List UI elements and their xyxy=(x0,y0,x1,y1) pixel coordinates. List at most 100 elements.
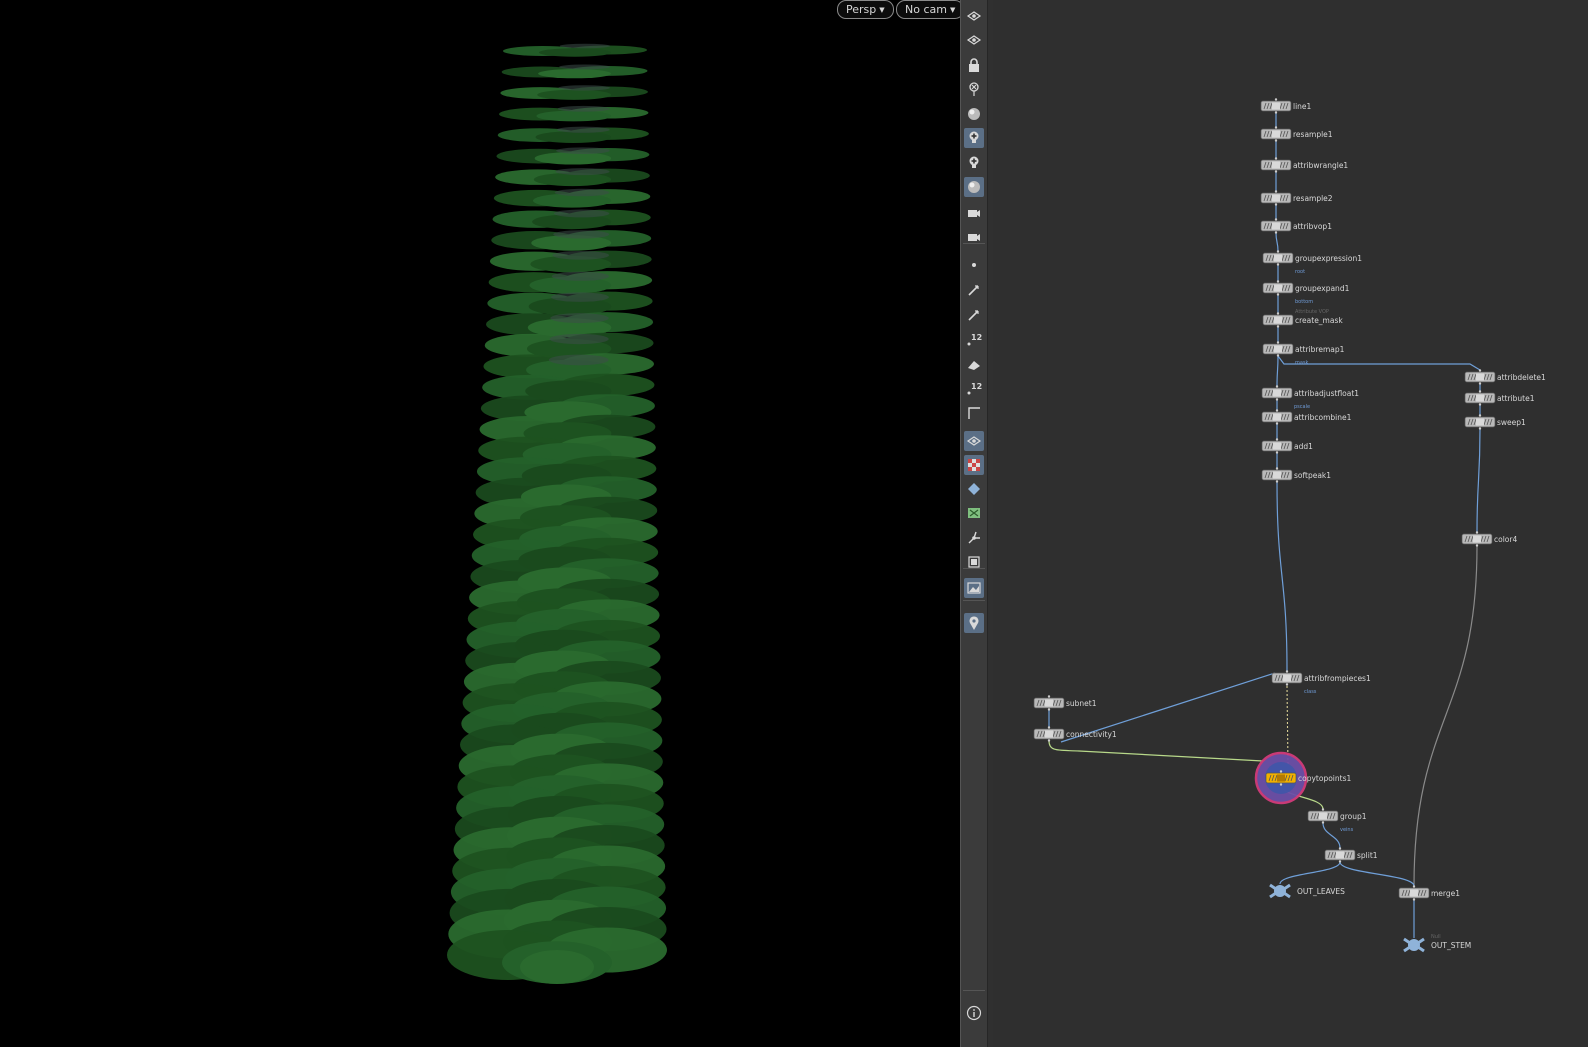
wireframe-icon[interactable] xyxy=(964,431,984,451)
camera-menu[interactable]: No cam ▼ xyxy=(896,0,960,19)
node-label: add1 xyxy=(1294,442,1313,451)
uv-icon[interactable] xyxy=(964,503,984,523)
chevron-down-icon: ▼ xyxy=(879,5,885,14)
node-sweep1[interactable]: sweep1 xyxy=(1464,414,1526,430)
node-icon xyxy=(1045,699,1053,707)
node-create_mask[interactable]: create_maskAttribute VOP xyxy=(1262,309,1343,328)
projection-menu-label: Persp xyxy=(846,3,877,16)
node-icon xyxy=(1272,130,1280,138)
checker-icon[interactable] xyxy=(964,455,984,475)
node-line1[interactable]: line1 xyxy=(1260,98,1312,114)
normals-icon[interactable] xyxy=(964,280,984,300)
display-options-icon[interactable] xyxy=(964,6,984,26)
sphere-shading-icon[interactable] xyxy=(964,104,984,124)
toolbar-separator xyxy=(963,568,985,569)
leaf-shadow xyxy=(559,64,611,70)
location-icon[interactable] xyxy=(964,613,984,633)
node-merge1[interactable]: merge1 xyxy=(1398,885,1460,901)
node-icon xyxy=(1045,730,1053,738)
wire[interactable] xyxy=(1276,355,1279,387)
diamond-icon[interactable] xyxy=(964,479,984,499)
leaf-shadow xyxy=(559,43,611,49)
projection-menu[interactable]: Persp ▼ xyxy=(837,0,894,19)
node-subnet1[interactable]: subnet1 xyxy=(1033,695,1097,711)
wire[interactable] xyxy=(1048,740,1264,762)
leaf-shadow xyxy=(557,105,610,112)
node-label: resample1 xyxy=(1293,130,1333,139)
node-icon xyxy=(1274,345,1282,353)
node-layer: line1 resample1 attribwrangle1 resample2 att… xyxy=(1033,98,1546,953)
environment-icon[interactable] xyxy=(964,177,984,197)
leaf xyxy=(533,172,612,187)
snapping-icon[interactable] xyxy=(964,528,984,548)
grid-corner-icon[interactable] xyxy=(964,403,984,423)
leaf-shadow xyxy=(556,126,610,133)
primitive-display-icon[interactable] xyxy=(964,354,984,374)
lock-icon[interactable] xyxy=(964,55,984,75)
wire[interactable] xyxy=(1279,861,1341,885)
node-group-tag: mask xyxy=(1295,360,1309,366)
leaf-shadow xyxy=(555,168,610,176)
camera-view-icon[interactable] xyxy=(964,202,984,222)
node-graph: line1 resample1 attribwrangle1 resample2 att… xyxy=(1033,98,1546,953)
node-label: OUT_STEM xyxy=(1431,941,1471,950)
node-label: resample2 xyxy=(1293,194,1333,203)
node-icon xyxy=(1476,394,1484,402)
node-attribcombine1[interactable]: attribcombine1 xyxy=(1261,409,1352,425)
wire[interactable] xyxy=(1339,861,1415,887)
light-options-icon[interactable] xyxy=(964,153,984,173)
network-editor[interactable]: line1 resample1 attribwrangle1 resample2 att… xyxy=(993,0,1588,1047)
node-attribvop1[interactable]: attribvop1 xyxy=(1260,218,1332,234)
node-icon xyxy=(1274,316,1282,324)
node-label: attribfrompieces1 xyxy=(1304,674,1371,683)
node-group1[interactable]: group1 veins xyxy=(1307,808,1367,833)
scene-viewport[interactable]: Persp ▼ No cam ▼ xyxy=(0,0,960,1047)
wire[interactable] xyxy=(1413,545,1478,887)
node-label: attribremap1 xyxy=(1295,345,1345,354)
node-softpeak1[interactable]: softpeak1 xyxy=(1261,467,1331,483)
node-split1[interactable]: split1 xyxy=(1324,847,1378,863)
pin-icon[interactable] xyxy=(964,79,984,99)
node-attribwrangle1[interactable]: attribwrangle1 xyxy=(1260,157,1348,173)
node-attribute1[interactable]: attribute1 xyxy=(1464,390,1535,406)
leaf-shadow xyxy=(558,85,610,91)
node-out_leaves[interactable]: OUT_LEAVES xyxy=(1269,883,1345,899)
node-icon xyxy=(1473,535,1481,543)
add-light-icon[interactable] xyxy=(964,128,984,148)
ghost-other-objects-icon[interactable] xyxy=(964,30,984,50)
null-node-icon-center xyxy=(1274,885,1286,897)
background-image-icon[interactable] xyxy=(964,578,984,598)
primitive-numbers-icon[interactable]: 12 xyxy=(964,379,984,399)
node-attribdelete1[interactable]: attribdelete1 xyxy=(1464,369,1546,385)
node-label: line1 xyxy=(1293,102,1312,111)
node-type-label: Null xyxy=(1431,934,1441,940)
node-label: OUT_LEAVES xyxy=(1297,887,1345,896)
leaf xyxy=(538,69,612,79)
node-group-tag: bottom xyxy=(1295,299,1313,305)
node-resample2[interactable]: resample2 xyxy=(1260,190,1333,206)
node-attribremap1[interactable]: attribremap1 mask xyxy=(1262,341,1345,366)
node-icon xyxy=(1410,889,1418,897)
node-label: copytopoints1 xyxy=(1298,774,1351,783)
info-icon[interactable] xyxy=(964,1003,984,1023)
node-group-tag: class xyxy=(1304,689,1317,695)
node-groupexpand1[interactable]: groupexpand1 bottom xyxy=(1262,280,1350,305)
node-icon xyxy=(1273,442,1281,450)
toolbar-separator xyxy=(963,600,985,601)
node-group-tag: root xyxy=(1295,269,1305,275)
brush-icon[interactable] xyxy=(964,305,984,325)
point-display-icon[interactable] xyxy=(964,255,984,275)
render-region-icon[interactable] xyxy=(964,552,984,572)
wire[interactable] xyxy=(1322,822,1341,849)
leaf-stack xyxy=(447,43,667,984)
wire[interactable] xyxy=(1275,232,1279,252)
node-color4[interactable]: color4 xyxy=(1461,531,1517,547)
node-add1[interactable]: add1 xyxy=(1261,438,1313,454)
toolbar-separator xyxy=(963,243,985,244)
wire[interactable] xyxy=(1276,481,1288,672)
node-resample1[interactable]: resample1 xyxy=(1260,126,1333,142)
leaf xyxy=(539,48,611,57)
point-numbers-icon[interactable]: 12 xyxy=(964,330,984,350)
leaf xyxy=(537,89,612,100)
wire[interactable] xyxy=(1476,428,1481,533)
